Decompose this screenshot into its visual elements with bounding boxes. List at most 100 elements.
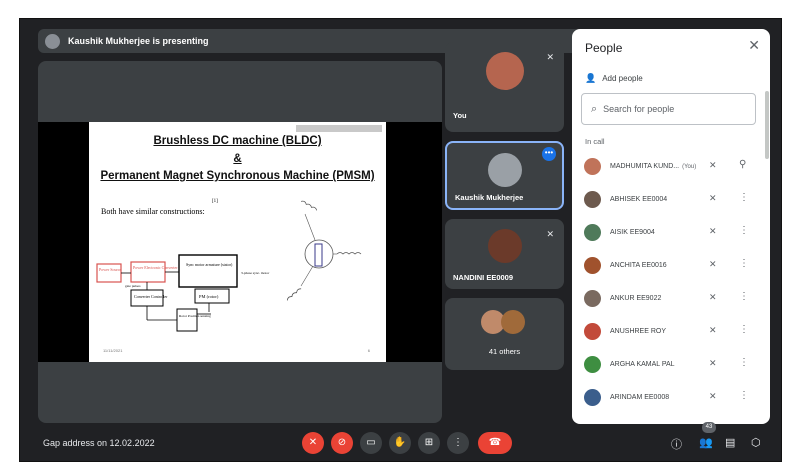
diagram-converter: Power Electronic Converter: [133, 265, 178, 270]
leave-call-button[interactable]: ☎: [478, 432, 512, 454]
more-options-button[interactable]: ⋮: [447, 432, 469, 454]
avatar: [584, 323, 601, 340]
list-item[interactable]: ARGHA KAMAL PAL ✕ ⋮: [572, 348, 762, 381]
close-icon[interactable]: ✕: [748, 37, 760, 54]
diagram-rotor-sensing: Rotor Position sensing: [179, 314, 211, 318]
present-button[interactable]: ⊞: [418, 432, 440, 454]
person-name: ARGHA KAMAL PAL: [610, 361, 675, 368]
slide-title-line1: Brushless DC machine (BLDC): [153, 135, 322, 147]
more-vert-icon[interactable]: ⋮: [739, 291, 749, 302]
diagram-gate-pulses: gate pulses: [125, 284, 141, 288]
raise-hand-button[interactable]: ✋: [389, 432, 411, 454]
mic-off-icon: ✕: [709, 259, 717, 269]
person-name: AISIK EE9004: [610, 229, 655, 236]
tile-others[interactable]: 41 others: [445, 298, 564, 370]
person-name: ARINDAM EE0008: [610, 394, 670, 401]
tile-nandini-name: NANDINI EE0009: [453, 273, 514, 282]
tile-others-count: 41 others: [488, 347, 521, 356]
more-vert-icon[interactable]: ⋮: [739, 357, 749, 368]
diagram-pm-rotor: PM (rotor): [199, 294, 219, 299]
tile-you-name: You: [453, 111, 467, 120]
slide-viewport: Brushless DC machine (BLDC) & Permanent …: [38, 122, 442, 362]
add-person-icon: 👤: [585, 73, 597, 83]
presenter-avatar: [45, 33, 60, 49]
list-item[interactable]: ANCHITA EE0016 ✕ ⋮: [572, 249, 762, 282]
person-name: ANUSHREE ROY: [610, 328, 667, 335]
list-item[interactable]: AISIK EE9004 ✕ ⋮: [572, 216, 762, 249]
slide-ref-mark: [1]: [212, 199, 218, 204]
activities-icon[interactable]: ⬡: [751, 436, 761, 449]
person-name: ANKUR EE9022: [610, 295, 662, 302]
mic-off-icon: ✕: [709, 226, 717, 236]
presentation-stage[interactable]: Brushless DC machine (BLDC) & Permanent …: [38, 61, 442, 423]
slide-title-line3: Permanent Magnet Synchronous Machine (PM…: [100, 170, 375, 182]
list-item[interactable]: ABHISEK EE0004 ✕ ⋮: [572, 183, 762, 216]
list-item[interactable]: MADHUMITA KUND... (You) ✕ ⚲: [572, 150, 762, 183]
people-list: MADHUMITA KUND... (You) ✕ ⚲ ABHISEK EE00…: [572, 150, 762, 414]
more-vert-icon[interactable]: ⋮: [739, 258, 749, 269]
tile-presenter[interactable]: ••• Kaushik Mukherjee: [445, 141, 564, 210]
diagram-phase-note: 3-phase sync. motor: [241, 271, 270, 275]
diagram-power-source: Power Source: [99, 267, 122, 272]
captions-button[interactable]: ▭: [360, 432, 382, 454]
slide-title-line2: &: [233, 153, 242, 165]
presenting-text: Kaushik Mukherjee is presenting: [68, 36, 209, 46]
add-people-button[interactable]: 👤 Add people: [585, 73, 643, 84]
camera-toggle-button[interactable]: ⊘: [331, 432, 353, 454]
more-vert-icon[interactable]: ⋮: [739, 324, 749, 335]
more-options-icon[interactable]: •••: [542, 147, 556, 161]
info-icon[interactable]: ⓘ: [671, 436, 682, 452]
slide-body-text: Both have similar constructions:: [101, 207, 205, 216]
search-placeholder: Search for people: [603, 104, 675, 114]
diagram-sync-motor: Sync motor armature (stator): [186, 262, 233, 267]
nandini-avatar: [487, 229, 522, 263]
diagram-controller: Converter Controller: [134, 294, 168, 299]
add-people-label: Add people: [602, 74, 643, 83]
avatar: [584, 356, 601, 373]
search-people-input[interactable]: ⌕ Search for people: [581, 93, 756, 125]
person-name: MADHUMITA KUND...: [610, 163, 680, 170]
more-vert-icon[interactable]: ⋮: [739, 225, 749, 236]
in-call-label: In call: [585, 137, 605, 146]
presenter-tile-avatar: [487, 153, 522, 187]
people-icon[interactable]: 👥: [699, 436, 713, 449]
mic-off-icon: ✕: [709, 160, 717, 170]
bottom-toolbar: Gap address on 12.02.2022 ✕ ⊘ ▭ ✋ ⊞ ⋮ ☎ …: [19, 422, 782, 462]
scrollbar[interactable]: [765, 91, 769, 159]
list-item[interactable]: ANKUR EE9022 ✕ ⋮: [572, 282, 762, 315]
person-name: ABHISEK EE0004: [610, 196, 668, 203]
tile-presenter-name: Kaushik Mukherjee: [455, 193, 524, 202]
search-icon: ⌕: [591, 102, 598, 115]
more-vert-icon[interactable]: ⋮: [739, 390, 749, 401]
list-item[interactable]: ANUSHREE ROY ✕ ⋮: [572, 315, 762, 348]
mic-off-icon: ✕: [709, 292, 717, 302]
mic-off-icon: ✕: [709, 193, 717, 203]
tile-you[interactable]: ✕ You: [445, 42, 564, 132]
avatar: [584, 257, 601, 274]
pin-icon[interactable]: ⚲: [739, 159, 746, 170]
you-avatar: [485, 52, 524, 90]
list-item[interactable]: ARINDAM EE0008 ✕ ⋮: [572, 381, 762, 414]
person-tag: (You): [682, 163, 697, 170]
mic-off-icon: ✕: [709, 391, 717, 401]
chat-icon[interactable]: ▤: [725, 436, 735, 449]
mic-off-icon: ✕: [709, 325, 717, 335]
mic-toggle-button[interactable]: ✕: [302, 432, 324, 454]
slide-footer-date: 11/11/2021: [103, 348, 123, 353]
meeting-title: Gap address on 12.02.2022: [43, 438, 155, 448]
avatar: [584, 191, 601, 208]
others-avatar-2: [501, 310, 525, 334]
avatar: [584, 290, 601, 307]
slide-toolbar-strip: [296, 125, 382, 132]
motor-winding-diagram: [286, 200, 362, 301]
people-panel: People ✕ 👤 Add people ⌕ Search for peopl…: [572, 29, 770, 424]
slide-footer-page: 6: [367, 348, 370, 353]
person-name: ANCHITA EE0016: [610, 262, 667, 269]
avatar: [584, 158, 601, 175]
block-diagram: Power Source Power Electronic Converter …: [96, 254, 270, 332]
avatar: [584, 224, 601, 241]
people-count-badge: 43: [702, 422, 716, 433]
tile-nandini[interactable]: ✕ NANDINI EE0009: [445, 219, 564, 289]
mic-off-icon: ✕: [709, 358, 717, 368]
more-vert-icon[interactable]: ⋮: [739, 192, 749, 203]
